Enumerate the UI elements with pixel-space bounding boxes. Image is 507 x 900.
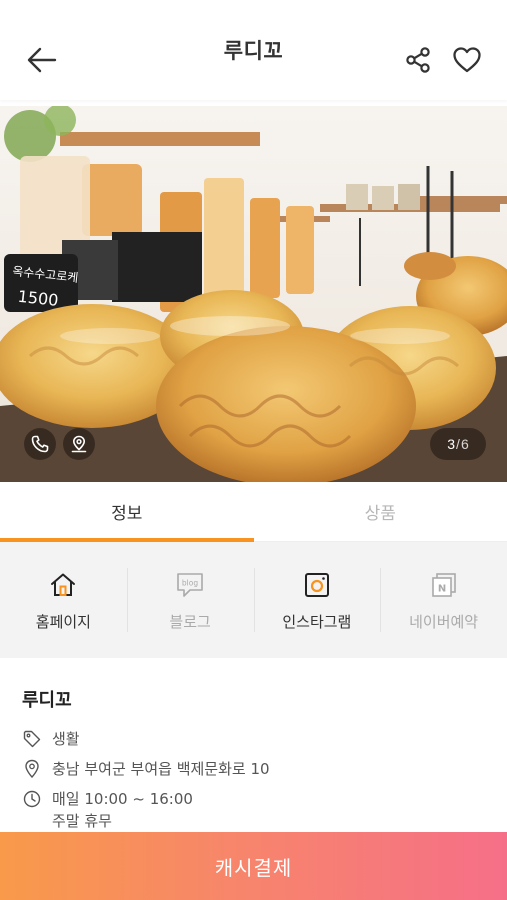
tab-bar: 정보 상품: [0, 482, 507, 542]
instagram-link[interactable]: 인스타그램: [253, 560, 381, 640]
clock-icon: [22, 788, 42, 810]
location-button[interactable]: [63, 428, 95, 460]
store-info: 루디꼬 생활 충남 부여군 부여읍 백제문화로 10 매일 10:00 ~ 16…: [0, 658, 507, 838]
back-button[interactable]: [22, 40, 62, 80]
arrow-left-icon: [27, 47, 57, 73]
naver-reservation-link[interactable]: N 네이버예약: [380, 560, 507, 640]
blog-link[interactable]: blog 블로그: [126, 560, 254, 640]
address-text: 충남 부여군 부여읍 백제문화로 10: [52, 760, 270, 778]
hero-image[interactable]: 옥수수고로케 1500 3 / 6: [0, 106, 507, 482]
tag-icon: [22, 728, 42, 750]
address-row: 충남 부여군 부여읍 백제문화로 10: [22, 758, 485, 780]
blog-icon: blog: [174, 569, 206, 601]
naver-icon: N: [428, 569, 460, 601]
store-name: 루디꼬: [22, 690, 72, 711]
page-title: 루디꼬: [223, 39, 284, 63]
favorite-button[interactable]: [449, 42, 485, 78]
hours-line-2: 주말 휴무: [52, 812, 112, 830]
app-header: 루디꼬: [0, 0, 507, 100]
instagram-icon: [301, 569, 333, 601]
category-row: 생활: [22, 728, 485, 750]
blog-label: 블로그: [169, 612, 211, 631]
svg-text:N: N: [437, 583, 445, 594]
share-button[interactable]: [400, 42, 436, 78]
cash-payment-button[interactable]: 캐시결제: [0, 832, 507, 900]
tab-info[interactable]: 정보: [0, 482, 254, 542]
map-pin-icon: [71, 435, 87, 453]
hours-text: 매일 10:00 ~ 16:00 주말 휴무: [52, 788, 193, 832]
share-icon: [406, 47, 430, 73]
counter-current: 3: [447, 436, 456, 452]
category-text: 생활: [52, 730, 80, 748]
homepage-label: 홈페이지: [35, 612, 91, 631]
tab-products[interactable]: 상품: [254, 482, 507, 541]
hours-row: 매일 10:00 ~ 16:00 주말 휴무: [22, 788, 485, 832]
image-counter: 3 / 6: [430, 428, 486, 460]
call-button[interactable]: [24, 428, 56, 460]
app-root: 루디꼬 옥수수고로케 1500 3 / 6 정보 상품 홈페이지 blog 블로…: [0, 0, 507, 900]
external-links: 홈페이지 blog 블로그 인스타그램 N 네이버예약: [0, 542, 507, 658]
svg-text:blog: blog: [182, 578, 198, 587]
counter-separator: /: [456, 436, 460, 452]
bakery-photo: 옥수수고로케 1500: [0, 106, 507, 482]
hours-line-1: 매일 10:00 ~ 16:00: [52, 790, 193, 808]
naver-label: 네이버예약: [409, 612, 479, 631]
location-pin-icon: [22, 758, 42, 780]
instagram-label: 인스타그램: [282, 612, 352, 631]
phone-icon: [31, 435, 49, 453]
heart-icon: [453, 47, 481, 73]
homepage-link[interactable]: 홈페이지: [0, 560, 127, 640]
home-icon: [47, 569, 79, 601]
counter-total: 6: [460, 436, 469, 452]
